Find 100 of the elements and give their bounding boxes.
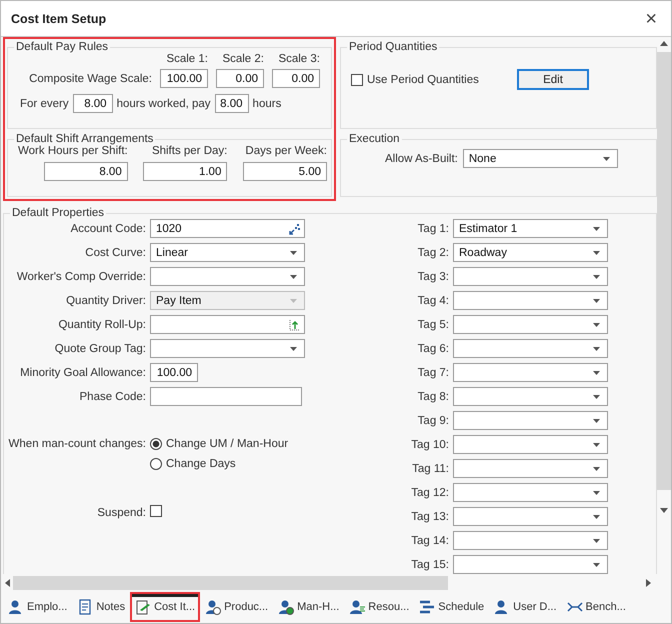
- tag-label: Tag 10:: [410, 438, 449, 450]
- tag-label: Tag 11:: [411, 462, 449, 474]
- scale-header: Scale 3:: [277, 53, 320, 65]
- scale-field[interactable]: 0.00: [272, 69, 320, 88]
- number-field[interactable]: 5.00: [243, 162, 327, 181]
- bottom-tab[interactable]: Bench...: [562, 592, 631, 622]
- caret-icon[interactable]: [593, 371, 600, 375]
- caret-icon[interactable]: [290, 347, 297, 351]
- caret-icon[interactable]: [593, 419, 600, 423]
- scroll-right-icon[interactable]: [646, 579, 651, 587]
- person-icon: [8, 599, 24, 615]
- radio-option[interactable]: Change UM / Man-Hour: [150, 438, 288, 450]
- field-label: Account Code:: [70, 222, 146, 234]
- lookup-icon[interactable]: [289, 223, 301, 235]
- scale-field[interactable]: 100.00: [160, 69, 208, 88]
- checkbox[interactable]: [150, 505, 162, 517]
- scroll-down-icon[interactable]: [660, 508, 668, 513]
- group-title: Execution: [348, 133, 401, 145]
- caret-icon[interactable]: [290, 275, 297, 279]
- tag-label: Tag 15:: [410, 558, 449, 570]
- field-label: hours worked, pay: [116, 98, 211, 110]
- caret-icon[interactable]: [593, 251, 600, 255]
- scale-header: Scale 1:: [165, 53, 208, 65]
- tag-label: Tag 5:: [416, 318, 449, 330]
- caret-icon[interactable]: [593, 395, 600, 399]
- caret-icon[interactable]: [593, 275, 600, 279]
- tag-label: Tag 2:: [416, 246, 449, 258]
- number-field[interactable]: 8.00: [44, 162, 128, 181]
- caret-icon[interactable]: [593, 347, 600, 351]
- caret-icon[interactable]: [593, 299, 600, 303]
- bottom-tab[interactable]: User D...: [489, 592, 562, 622]
- tag-label: Tag 7:: [416, 366, 449, 378]
- caret-icon[interactable]: [593, 323, 600, 327]
- caret-icon[interactable]: [593, 227, 600, 231]
- input-field[interactable]: 100.00: [150, 363, 198, 382]
- tag-label: Tag 8:: [416, 390, 449, 402]
- field-label: Days per Week:: [245, 145, 327, 157]
- bottom-tab[interactable]: Schedule: [414, 592, 490, 622]
- field-label: Phase Code:: [80, 390, 146, 402]
- bottom-tab[interactable]: Man-H...: [273, 592, 344, 622]
- bottom-tab[interactable]: Produc...: [200, 592, 274, 622]
- bottom-tab[interactable]: Cost It...: [130, 592, 200, 622]
- caret-icon[interactable]: [593, 467, 600, 471]
- caret-icon[interactable]: [593, 443, 600, 447]
- scroll-up-icon[interactable]: [660, 41, 668, 46]
- input-field[interactable]: Linear: [150, 243, 305, 262]
- caret-icon[interactable]: [593, 491, 600, 495]
- bottom-tab[interactable]: Notes: [72, 592, 130, 622]
- bottom-tab[interactable]: Emplo...: [3, 592, 72, 622]
- caret-icon[interactable]: [593, 563, 600, 567]
- input-field[interactable]: [150, 267, 305, 286]
- tag-label: Tag 13:: [410, 510, 449, 522]
- caret-icon[interactable]: [593, 515, 600, 519]
- group-title: Default Properties: [11, 207, 106, 219]
- tag-dropdown[interactable]: Estimator 1: [453, 219, 608, 238]
- checkbox[interactable]: [351, 74, 363, 86]
- input-field[interactable]: [150, 339, 305, 358]
- field-label: Quantity Roll-Up:: [58, 318, 146, 330]
- input-field[interactable]: 1020: [150, 219, 305, 238]
- scroll-left-icon[interactable]: [5, 579, 10, 587]
- tag-dropdown[interactable]: Roadway: [453, 243, 608, 262]
- input-field[interactable]: [150, 387, 302, 406]
- field-label: Composite Wage Scale:: [28, 72, 152, 84]
- bottom-tab[interactable]: Resou...: [344, 592, 414, 622]
- edit-button[interactable]: Edit: [517, 69, 589, 90]
- checkbox-label[interactable]: Use Period Quantities: [367, 74, 517, 86]
- scrollbar-thumb[interactable]: [657, 52, 671, 490]
- field-label: Allow As-Built:: [385, 152, 458, 164]
- number-field[interactable]: 1.00: [143, 162, 228, 181]
- caret-icon[interactable]: [593, 539, 600, 543]
- radio-option[interactable]: Change Days: [150, 458, 288, 470]
- person-clock-icon: [205, 599, 222, 615]
- field-label: Cost Curve:: [85, 246, 146, 258]
- scale-field[interactable]: 0.00: [216, 69, 264, 88]
- field-label: For every: [20, 98, 69, 110]
- bars-icon: [419, 599, 436, 615]
- close-button[interactable]: ×: [641, 8, 661, 28]
- tag-label: Tag 1:: [416, 222, 449, 234]
- input-field[interactable]: [150, 315, 305, 334]
- document-icon: [77, 599, 94, 615]
- field-label: Shifts per Day:: [152, 145, 228, 157]
- dropdown-field[interactable]: None: [462, 149, 618, 168]
- person-list-icon: [349, 599, 366, 615]
- group-title: Period Quantities: [348, 41, 438, 53]
- caret-icon[interactable]: [602, 157, 610, 161]
- field-label: Minority Goal Allowance:: [20, 366, 146, 378]
- group-title: Default Shift Arrangements: [15, 133, 154, 145]
- pencil-icon: [135, 599, 152, 615]
- tag-label: Tag 12:: [410, 486, 449, 498]
- scrollbar-thumb[interactable]: [13, 576, 448, 590]
- scale-header: Scale 2:: [221, 53, 264, 65]
- field-label: Quote Group Tag:: [54, 342, 146, 354]
- pay-field[interactable]: 8.00: [214, 94, 249, 113]
- hours-field[interactable]: 8.00: [72, 94, 113, 113]
- caret-icon[interactable]: [290, 251, 297, 255]
- up-arrow-icon[interactable]: [289, 319, 301, 331]
- field-label: Suspend:: [97, 506, 146, 518]
- tag-label: Tag 4:: [416, 294, 449, 306]
- field-label: Worker's Comp Override:: [16, 270, 146, 282]
- tag-label: Tag 6:: [416, 342, 449, 354]
